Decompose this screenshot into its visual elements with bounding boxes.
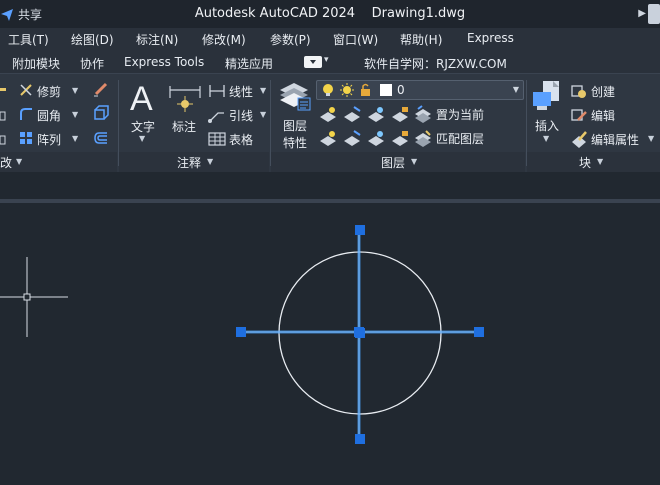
chevron-down-icon[interactable]: ▼: [207, 157, 213, 166]
caret-right-icon[interactable]: ▶: [638, 8, 646, 19]
block-panel-bar: [527, 152, 660, 172]
offset-icon[interactable]: [92, 129, 110, 151]
tab-collaborate[interactable]: 协作: [80, 55, 104, 72]
ribbon-panel: 修剪 ▼ 圆角 ▼ 阵列 ▼ 改 ▼ A 文字 ▼ 标注 线性 ▼ 引线 ▼ 表…: [0, 74, 660, 172]
annotation-panel-label[interactable]: 注释: [177, 154, 201, 171]
trim-icon[interactable]: [18, 82, 34, 102]
leader-icon[interactable]: [208, 107, 226, 127]
fillet-icon[interactable]: [18, 106, 34, 126]
menu-params[interactable]: 参数(P): [270, 31, 311, 48]
grip-right[interactable]: [474, 327, 484, 337]
chevron-down-icon[interactable]: ▼: [260, 110, 266, 119]
side-badge[interactable]: [648, 4, 660, 24]
tab-overflow-button[interactable]: [304, 56, 322, 68]
eraser-icon[interactable]: [92, 80, 110, 102]
layer-properties-icon[interactable]: [278, 80, 312, 116]
match-layer-label[interactable]: 匹配图层: [436, 130, 484, 147]
edit-attributes-icon[interactable]: [570, 130, 588, 152]
create-block-icon[interactable]: [570, 82, 588, 104]
window-title: Autodesk AutoCAD 2024 Drawing1.dwg: [194, 6, 466, 21]
leader-label[interactable]: 引线: [229, 107, 253, 124]
chevron-down-icon[interactable]: ▼: [72, 86, 78, 95]
layer-tools-row-2-icon[interactable]: [318, 129, 414, 151]
rotate-icon[interactable]: [0, 108, 6, 127]
chevron-down-icon[interactable]: ▼: [72, 110, 78, 119]
edit-attributes-label[interactable]: 编辑属性: [591, 131, 639, 148]
dimension-icon[interactable]: [168, 82, 202, 118]
edit-block-icon[interactable]: [570, 106, 588, 128]
menu-express[interactable]: Express: [467, 31, 514, 45]
array-icon[interactable]: [18, 130, 34, 150]
menu-draw[interactable]: 绘图(D): [71, 31, 114, 48]
crosshair-cursor: [0, 257, 68, 337]
modify-panel-label[interactable]: 改: [0, 154, 12, 171]
text-label[interactable]: 文字: [131, 118, 155, 135]
menu-bar: 工具(T) 绘图(D) 标注(N) 修改(M) 参数(P) 窗口(W) 帮助(H…: [0, 28, 660, 50]
scale-icon[interactable]: [0, 132, 6, 151]
chevron-down-icon[interactable]: ▼: [648, 134, 654, 143]
menu-dimension[interactable]: 标注(N): [136, 31, 178, 48]
create-label[interactable]: 创建: [591, 83, 615, 100]
tab-addins[interactable]: 附加模块: [12, 55, 60, 72]
chevron-down-icon[interactable]: ▼: [260, 86, 266, 95]
layer-props-label-2[interactable]: 特性: [283, 134, 307, 151]
watermark-text: 软件自学网：RJZXW.COM: [364, 57, 507, 71]
tab-featured-apps[interactable]: 精选应用: [225, 55, 273, 72]
grip-midpoint-v[interactable]: [355, 328, 365, 338]
linear-label[interactable]: 线性: [229, 83, 253, 100]
current-layer-name: 0: [397, 83, 405, 97]
insert-block-icon[interactable]: [531, 80, 565, 116]
menu-help[interactable]: 帮助(H): [400, 31, 442, 48]
block-panel-label[interactable]: 块: [579, 154, 591, 171]
menu-modify[interactable]: 修改(M): [202, 31, 246, 48]
drawing-canvas[interactable]: [0, 203, 660, 485]
table-label[interactable]: 表格: [229, 131, 253, 148]
insert-label[interactable]: 插入: [535, 117, 559, 134]
chevron-down-icon[interactable]: ▼: [411, 157, 417, 166]
move-icon[interactable]: [0, 82, 6, 101]
grip-bottom[interactable]: [355, 434, 365, 444]
drawing-tabs-area: [0, 172, 660, 200]
layer-props-label-1[interactable]: 图层: [283, 117, 307, 134]
linear-dim-icon[interactable]: [208, 83, 226, 103]
table-icon[interactable]: [208, 131, 226, 151]
chevron-down-icon[interactable]: ▼: [513, 85, 519, 94]
tab-express-tools[interactable]: Express Tools: [124, 55, 204, 69]
chevron-down-icon[interactable]: ▼: [139, 134, 145, 143]
menu-window[interactable]: 窗口(W): [333, 31, 378, 48]
grip-top[interactable]: [355, 225, 365, 235]
chevron-down-icon[interactable]: ▼: [597, 157, 603, 166]
match-layer-icon[interactable]: [414, 129, 432, 151]
edit-label[interactable]: 编辑: [591, 107, 615, 124]
set-current-label[interactable]: 置为当前: [436, 106, 484, 123]
chevron-down-icon[interactable]: ▼: [16, 157, 22, 166]
grip-left[interactable]: [236, 327, 246, 337]
ribbon-tabs: 附加模块 协作 Express Tools 精选应用 ▾ 软件自学网：RJZXW…: [0, 50, 660, 74]
menu-tools[interactable]: 工具(T): [8, 31, 49, 48]
chevron-down-icon[interactable]: ▼: [72, 134, 78, 143]
trim-label[interactable]: 修剪: [37, 83, 61, 100]
layers-panel-label[interactable]: 图层: [381, 154, 405, 171]
dimension-label[interactable]: 标注: [172, 118, 196, 135]
array-label[interactable]: 阵列: [37, 131, 61, 148]
box-3d-icon[interactable]: [92, 104, 110, 126]
svg-text:A: A: [130, 80, 153, 114]
chevron-down-icon[interactable]: ▼: [543, 134, 549, 143]
layer-dropdown[interactable]: 0 ▼: [316, 80, 524, 100]
chevron-down-icon[interactable]: ▾: [324, 55, 329, 65]
text-icon[interactable]: A: [128, 80, 158, 118]
title-bar: 共享 Autodesk AutoCAD 2024 Drawing1.dwg ▶: [0, 0, 660, 28]
set-current-icon[interactable]: [414, 105, 432, 127]
fillet-label[interactable]: 圆角: [37, 107, 61, 124]
layer-tools-row-1-icon[interactable]: [318, 105, 414, 127]
